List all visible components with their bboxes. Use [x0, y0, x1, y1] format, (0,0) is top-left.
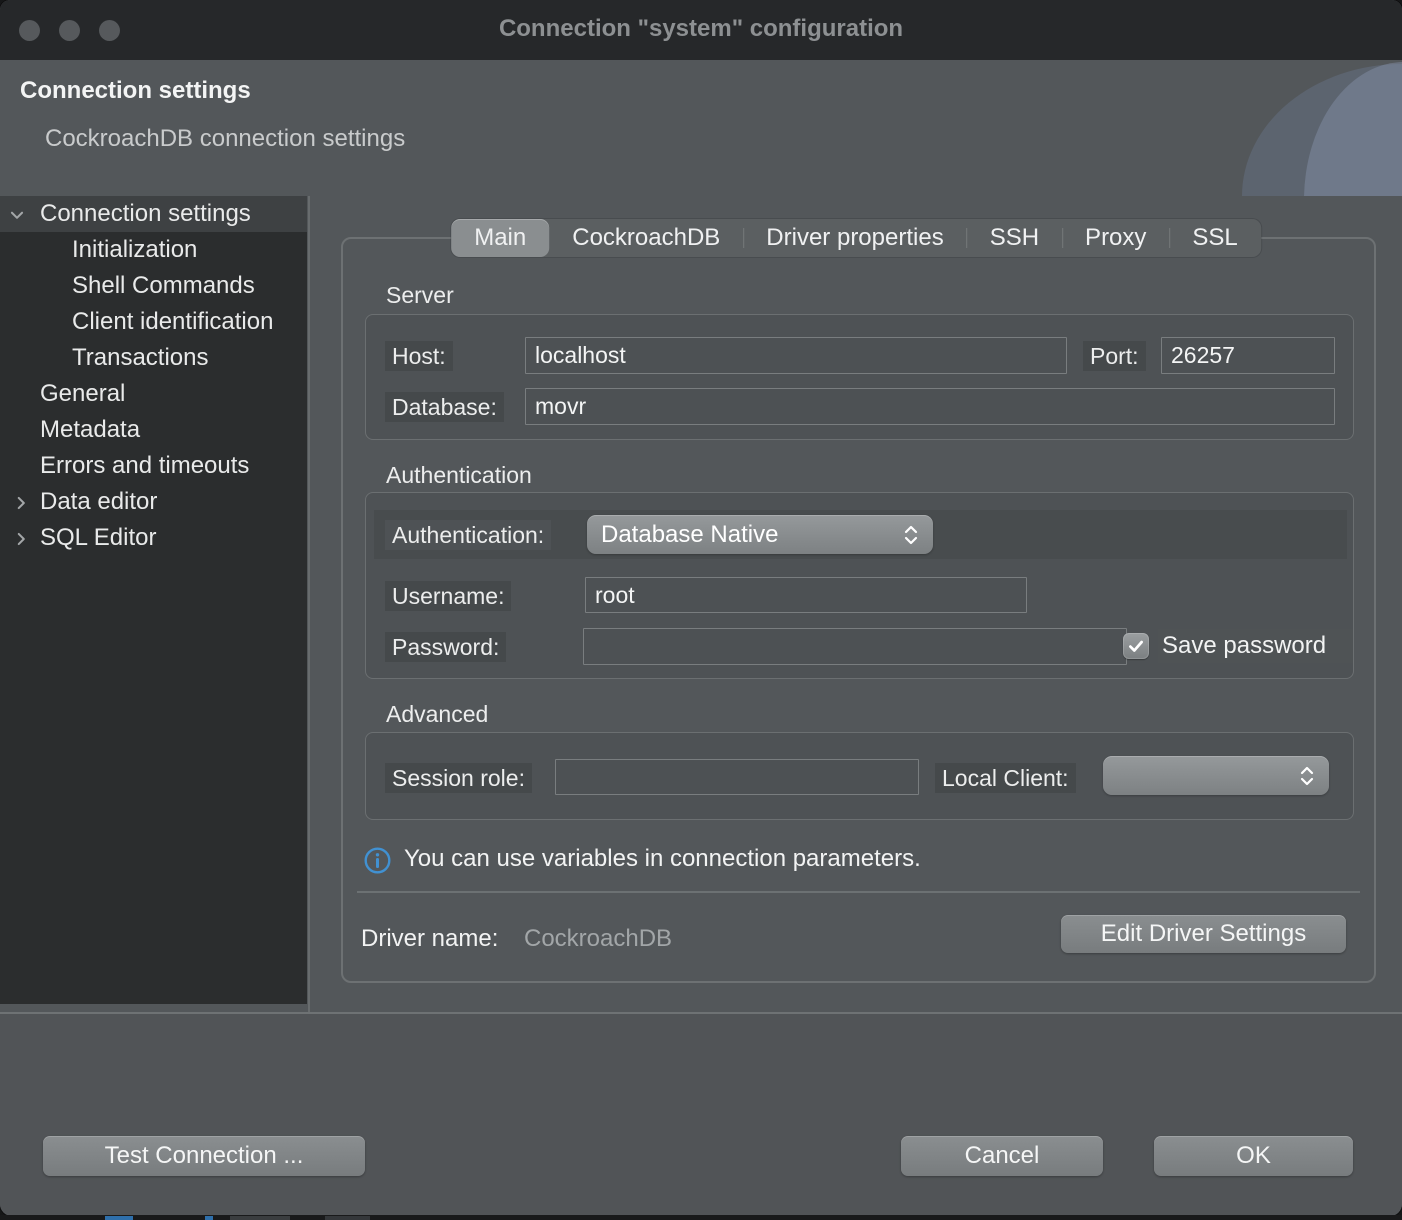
- port-label: Port:: [1083, 341, 1146, 371]
- checkmark-icon: [1127, 637, 1145, 655]
- sidebar-item-label: Metadata: [40, 416, 140, 443]
- info-message: You can use variables in connection para…: [404, 845, 921, 873]
- sidebar-item-sql-editor[interactable]: SQL Editor: [0, 520, 307, 556]
- username-input[interactable]: [585, 577, 1027, 613]
- content: Connection settings Initialization Shell…: [0, 196, 1402, 1014]
- driver-name-label: Driver name:: [361, 925, 498, 953]
- tab-bar: Main CockroachDB Driver properties SSH P…: [451, 219, 1261, 257]
- background-app-fragment: [230, 1216, 290, 1220]
- sidebar-item-metadata[interactable]: Metadata: [0, 412, 307, 448]
- sidebar-item-label: SQL Editor: [40, 524, 157, 551]
- sidebar-item-initialization[interactable]: Initialization: [0, 232, 307, 268]
- host-label: Host:: [385, 341, 453, 371]
- tab-ssh[interactable]: SSH: [967, 219, 1062, 257]
- session-role-input[interactable]: [555, 759, 919, 795]
- sidebar-item-label: Shell Commands: [72, 272, 255, 299]
- sidebar-item-label: Transactions: [72, 344, 209, 371]
- sidebar-item-label: General: [40, 380, 125, 407]
- background-app-fragment: [205, 1216, 213, 1220]
- info-icon: [364, 847, 391, 874]
- advanced-group-label: Advanced: [386, 701, 488, 728]
- sidebar-item-connection-settings[interactable]: Connection settings: [0, 196, 307, 232]
- background-app-fragment: [325, 1216, 370, 1220]
- tab-proxy[interactable]: Proxy: [1062, 219, 1169, 257]
- authentication-selected-value: Database Native: [601, 521, 903, 549]
- sidebar-item-transactions[interactable]: Transactions: [0, 340, 307, 376]
- main-tab-panel: Server Host: Port: Database: Authenticat…: [341, 237, 1376, 983]
- dialog-header: Connection settings CockroachDB connecti…: [0, 60, 1402, 196]
- authentication-select[interactable]: Database Native: [587, 515, 933, 554]
- background-app-fragment: [105, 1216, 133, 1220]
- server-group-label: Server: [386, 282, 454, 309]
- tab-driver-properties[interactable]: Driver properties: [743, 219, 966, 257]
- database-label: Database:: [385, 392, 504, 422]
- tab-cockroachdb[interactable]: CockroachDB: [549, 219, 743, 257]
- username-label: Username:: [385, 581, 511, 611]
- updown-chevron-icon: [903, 523, 919, 547]
- sidebar-item-label: Client identification: [72, 308, 273, 335]
- chevron-down-icon[interactable]: [8, 206, 26, 224]
- save-password-label: Save password: [1158, 629, 1353, 663]
- sidebar-item-client-identification[interactable]: Client identification: [0, 304, 307, 340]
- tab-main[interactable]: Main: [451, 219, 549, 257]
- chevron-right-icon[interactable]: [12, 494, 30, 512]
- edit-driver-settings-button[interactable]: Edit Driver Settings: [1061, 915, 1346, 953]
- chevron-right-icon[interactable]: [12, 530, 30, 548]
- header-title: Connection settings: [20, 77, 251, 105]
- updown-chevron-icon: [1299, 764, 1315, 788]
- port-input[interactable]: [1161, 337, 1335, 374]
- authentication-label: Authentication:: [385, 520, 551, 550]
- password-label: Password:: [385, 632, 506, 662]
- settings-tree: Connection settings Initialization Shell…: [0, 196, 307, 1004]
- sidebar-item-label: Initialization: [72, 236, 197, 263]
- sidebar-item-label: Connection settings: [40, 200, 251, 227]
- authentication-group: Authentication: Database Native Username…: [365, 492, 1354, 679]
- driver-name-value: CockroachDB: [524, 925, 672, 953]
- database-input[interactable]: [525, 388, 1335, 425]
- save-password-checkbox[interactable]: [1123, 633, 1149, 659]
- footer: Test Connection ... Cancel OK: [0, 1014, 1402, 1216]
- password-input[interactable]: [583, 628, 1127, 665]
- server-group: Host: Port: Database:: [365, 314, 1354, 440]
- sidebar-item-label: Errors and timeouts: [40, 452, 249, 479]
- local-client-select[interactable]: [1103, 756, 1329, 795]
- sidebar-item-errors-and-timeouts[interactable]: Errors and timeouts: [0, 448, 307, 484]
- banner-decoration: [1142, 60, 1402, 196]
- test-connection-button[interactable]: Test Connection ...: [43, 1136, 365, 1176]
- connection-configuration-dialog: Connection "system" configuration Connec…: [0, 0, 1402, 1216]
- tab-ssl[interactable]: SSL: [1169, 219, 1260, 257]
- ok-button[interactable]: OK: [1154, 1136, 1353, 1176]
- local-client-label: Local Client:: [935, 763, 1076, 793]
- screen: Connection "system" configuration Connec…: [0, 0, 1402, 1220]
- host-input[interactable]: [525, 337, 1067, 374]
- sidebar-item-general[interactable]: General: [0, 376, 307, 412]
- titlebar[interactable]: Connection "system" configuration: [0, 0, 1402, 60]
- main-pane: Main CockroachDB Driver properties SSH P…: [310, 196, 1402, 1014]
- cancel-button[interactable]: Cancel: [901, 1136, 1103, 1176]
- window-title: Connection "system" configuration: [0, 15, 1402, 43]
- header-subtitle: CockroachDB connection settings: [45, 125, 405, 153]
- session-role-label: Session role:: [385, 763, 532, 793]
- authentication-group-label: Authentication: [386, 462, 532, 489]
- sidebar-item-label: Data editor: [40, 488, 157, 515]
- driver-separator: [357, 891, 1360, 893]
- sidebar-item-data-editor[interactable]: Data editor: [0, 484, 307, 520]
- advanced-group: Session role: Local Client:: [365, 732, 1354, 820]
- sidebar-item-shell-commands[interactable]: Shell Commands: [0, 268, 307, 304]
